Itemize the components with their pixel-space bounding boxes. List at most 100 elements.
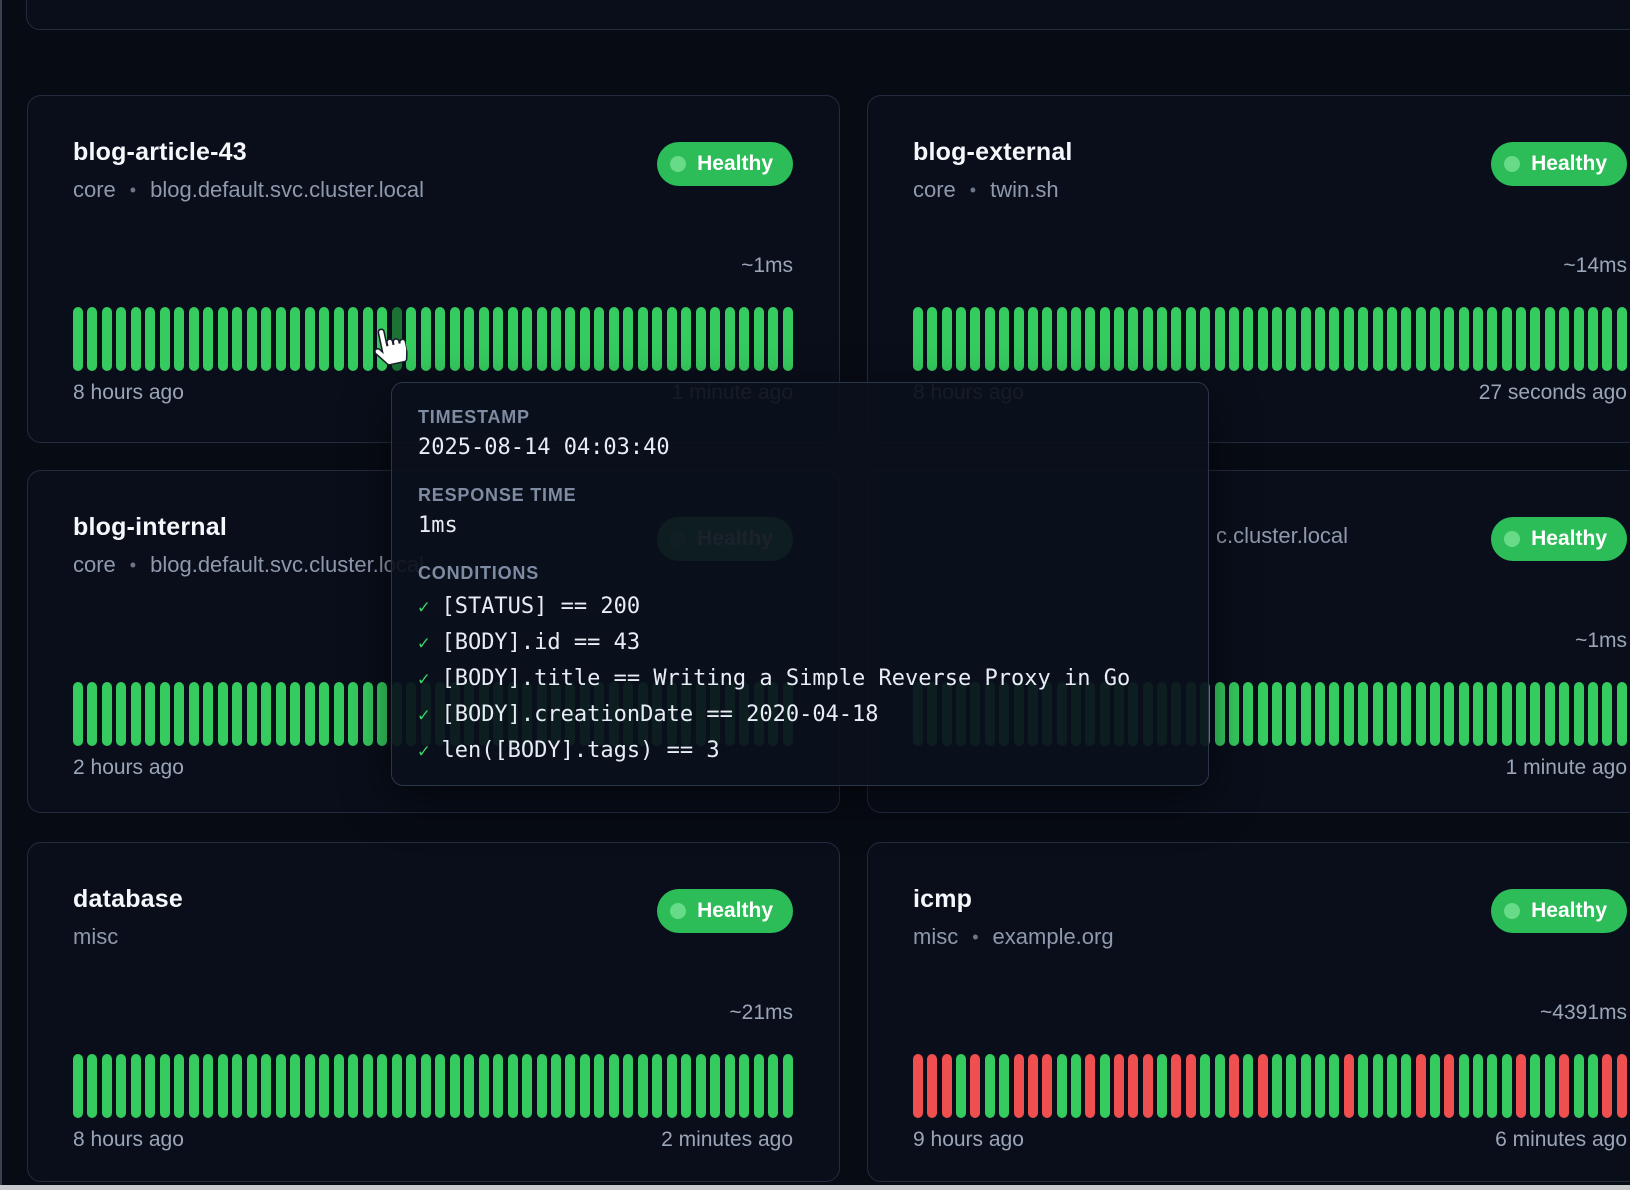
uptime-bar-success[interactable]: [1401, 307, 1411, 371]
uptime-bar-success[interactable]: [1430, 682, 1440, 746]
uptime-bar-success[interactable]: [493, 1054, 503, 1118]
uptime-bar-success[interactable]: [1602, 682, 1612, 746]
uptime-bar-success[interactable]: [1574, 307, 1584, 371]
uptime-bar-failure[interactable]: [1602, 1054, 1612, 1118]
uptime-bar-success[interactable]: [1487, 682, 1497, 746]
uptime-bar-success[interactable]: [116, 682, 126, 746]
uptime-bar-success[interactable]: [1329, 1054, 1339, 1118]
uptime-bar-success[interactable]: [1358, 307, 1368, 371]
uptime-bar-failure[interactable]: [1128, 1054, 1138, 1118]
uptime-bar-success[interactable]: [131, 307, 141, 371]
uptime-bar-success[interactable]: [1416, 682, 1426, 746]
uptime-bar-success[interactable]: [696, 307, 706, 371]
uptime-bar-success[interactable]: [1258, 307, 1268, 371]
uptime-bar-failure[interactable]: [1516, 1054, 1526, 1118]
uptime-bar-success[interactable]: [638, 307, 648, 371]
uptime-bar-failure[interactable]: [1085, 1054, 1095, 1118]
uptime-bar-success[interactable]: [1143, 307, 1153, 371]
uptime-bar-success[interactable]: [652, 1054, 662, 1118]
uptime-bar-success[interactable]: [348, 1054, 358, 1118]
uptime-bar-success[interactable]: [232, 307, 242, 371]
uptime-bar-success[interactable]: [189, 682, 199, 746]
uptime-bar-success[interactable]: [1329, 307, 1339, 371]
uptime-bar-success[interactable]: [261, 1054, 271, 1118]
uptime-bar-success[interactable]: [174, 1054, 184, 1118]
uptime-bar-success[interactable]: [1157, 307, 1167, 371]
uptime-bar-success[interactable]: [145, 1054, 155, 1118]
uptime-bar-success[interactable]: [768, 1054, 778, 1118]
uptime-bar-success[interactable]: [1358, 1054, 1368, 1118]
uptime-bar-success[interactable]: [1157, 1054, 1167, 1118]
uptime-bar-success[interactable]: [174, 307, 184, 371]
uptime-bar-success[interactable]: [1530, 307, 1540, 371]
uptime-bar-success[interactable]: [1272, 1054, 1282, 1118]
uptime-bar-success[interactable]: [580, 307, 590, 371]
uptime-bar-success[interactable]: [290, 1054, 300, 1118]
uptime-bar-success[interactable]: [247, 307, 257, 371]
uptime-bar-success[interactable]: [594, 1054, 604, 1118]
uptime-bar-success[interactable]: [1559, 307, 1569, 371]
uptime-bar-success[interactable]: [1057, 307, 1067, 371]
uptime-bar-success[interactable]: [1344, 682, 1354, 746]
uptime-bar-success[interactable]: [609, 1054, 619, 1118]
uptime-bar-success[interactable]: [203, 682, 213, 746]
uptime-bar-success[interactable]: [116, 307, 126, 371]
uptime-bar-success[interactable]: [522, 307, 532, 371]
uptime-bar-success[interactable]: [580, 1054, 590, 1118]
uptime-bar-success[interactable]: [739, 1054, 749, 1118]
uptime-bar-success[interactable]: [1473, 682, 1483, 746]
uptime-bar-success[interactable]: [1387, 682, 1397, 746]
uptime-bar-success[interactable]: [725, 307, 735, 371]
uptime-bar-success[interactable]: [1444, 307, 1454, 371]
uptime-bar-success[interactable]: [174, 682, 184, 746]
uptime-bar-success[interactable]: [1430, 1054, 1440, 1118]
uptime-bar-success[interactable]: [565, 1054, 575, 1118]
uptime-bar-failure[interactable]: [927, 1054, 937, 1118]
uptime-bar-success[interactable]: [1502, 307, 1512, 371]
uptime-bar-success[interactable]: [1416, 307, 1426, 371]
uptime-bar-success[interactable]: [999, 307, 1009, 371]
uptime-bar-success[interactable]: [319, 682, 329, 746]
uptime-bar-success[interactable]: [290, 307, 300, 371]
uptime-bar-success[interactable]: [421, 1054, 431, 1118]
uptime-bar-success[interactable]: [1229, 307, 1239, 371]
uptime-bar-success[interactable]: [1329, 682, 1339, 746]
uptime-bar-success[interactable]: [1487, 307, 1497, 371]
uptime-bar-success[interactable]: [1229, 682, 1239, 746]
uptime-bar-failure[interactable]: [942, 1054, 952, 1118]
uptime-bar-success[interactable]: [218, 307, 228, 371]
uptime-bar-success[interactable]: [450, 307, 460, 371]
uptime-bar-success[interactable]: [247, 682, 257, 746]
uptime-bar-success[interactable]: [1286, 307, 1296, 371]
uptime-bar-success[interactable]: [348, 682, 358, 746]
uptime-bar-success[interactable]: [1617, 307, 1627, 371]
uptime-bar-success[interactable]: [1071, 1054, 1081, 1118]
uptime-bar-success[interactable]: [1430, 307, 1440, 371]
uptime-bar-success[interactable]: [1128, 307, 1138, 371]
uptime-bar-failure[interactable]: [1042, 1054, 1052, 1118]
uptime-bar-success[interactable]: [1516, 307, 1526, 371]
uptime-bar-success[interactable]: [551, 307, 561, 371]
uptime-bar-success[interactable]: [1387, 307, 1397, 371]
uptime-bar-success[interactable]: [783, 307, 793, 371]
uptime-bar-success[interactable]: [1215, 682, 1225, 746]
uptime-bar-success[interactable]: [102, 1054, 112, 1118]
uptime-bar-success[interactable]: [305, 1054, 315, 1118]
uptime-bar-success[interactable]: [305, 307, 315, 371]
uptime-bar-success[interactable]: [1200, 307, 1210, 371]
uptime-bar-failure[interactable]: [1114, 1054, 1124, 1118]
uptime-bar-success[interactable]: [73, 682, 83, 746]
uptime-bar-failure[interactable]: [1444, 1054, 1454, 1118]
uptime-bar-success[interactable]: [1516, 682, 1526, 746]
uptime-bar-success[interactable]: [1459, 682, 1469, 746]
uptime-bar-success[interactable]: [377, 1054, 387, 1118]
uptime-bar-success[interactable]: [160, 1054, 170, 1118]
uptime-bar-success[interactable]: [232, 1054, 242, 1118]
uptime-bar-success[interactable]: [1530, 1054, 1540, 1118]
uptime-bar-success[interactable]: [1373, 1054, 1383, 1118]
uptime-bar-success[interactable]: [1272, 307, 1282, 371]
uptime-bar-success[interactable]: [1358, 682, 1368, 746]
uptime-bar-success[interactable]: [681, 307, 691, 371]
uptime-bar-success[interactable]: [1258, 682, 1268, 746]
uptime-bar-success[interactable]: [970, 307, 980, 371]
